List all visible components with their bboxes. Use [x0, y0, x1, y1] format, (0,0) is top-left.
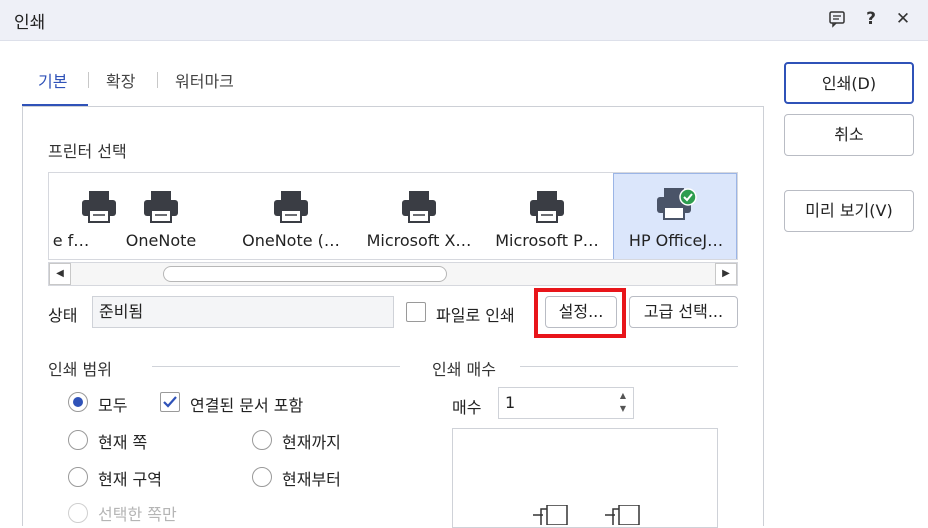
range-to-current-radio[interactable] [252, 430, 272, 450]
range-selected-pages-radio[interactable] [68, 503, 88, 523]
range-from-current-label: 현재부터 [282, 470, 341, 489]
divider [520, 366, 738, 367]
range-all-radio[interactable] [68, 392, 88, 412]
advanced-options-button[interactable]: 고급 선택... [629, 296, 738, 328]
printer-item[interactable]: e f… [49, 173, 116, 259]
printer-item[interactable]: Microsoft X… [357, 173, 481, 259]
copies-preview [452, 428, 718, 528]
print-to-file-checkbox[interactable] [406, 302, 426, 322]
status-field: 준비됨 [92, 296, 394, 328]
printer-icon [274, 191, 308, 223]
check-icon [163, 396, 177, 408]
range-from-current-radio[interactable] [252, 467, 272, 487]
include-linked-checkbox[interactable] [160, 392, 180, 412]
printer-list-scrollbar[interactable]: ◀ ▶ [48, 262, 738, 286]
printer-name: HP OfficeJ… [628, 231, 724, 250]
include-linked-label: 연결된 문서 포함 [190, 396, 304, 415]
print-button[interactable]: 인쇄(D) [784, 62, 914, 104]
range-current-section-label: 현재 구역 [98, 470, 162, 489]
copies-label: 매수 [452, 398, 482, 417]
page-stack-icon [533, 505, 568, 525]
range-current-page-label: 현재 쪽 [98, 433, 148, 452]
page-stack-icon [605, 505, 640, 525]
tab-extended[interactable]: 확장 [106, 68, 135, 92]
range-current-page-radio[interactable] [68, 430, 88, 450]
printer-item-selected[interactable]: HP OfficeJ… [613, 173, 737, 259]
printer-item[interactable]: OneNote (… [229, 173, 353, 259]
divider [152, 366, 400, 367]
range-current-section-radio[interactable] [68, 467, 88, 487]
tab-basic[interactable]: 기본 [38, 68, 67, 92]
range-all-label: 모두 [98, 396, 128, 415]
highlight-box [534, 288, 626, 338]
printer-name: OneNote [125, 231, 197, 250]
preview-button[interactable]: 미리 보기(V) [784, 190, 914, 232]
printer-item[interactable]: OneNote [99, 173, 223, 259]
tab-divider [157, 72, 158, 88]
printer-icon [144, 191, 178, 223]
tab-divider [88, 72, 89, 88]
printer-item[interactable]: Microsoft P… [485, 173, 609, 259]
printer-name: Microsoft X… [366, 231, 472, 250]
scroll-left-icon[interactable]: ◀ [49, 263, 71, 285]
printer-list: e f… OneNote OneNote (… Microsoft X… Mic… [48, 172, 738, 260]
printer-ready-icon [657, 188, 697, 220]
printer-icon [402, 191, 436, 223]
scrollbar-thumb[interactable] [163, 266, 447, 282]
range-to-current-label: 현재까지 [282, 433, 341, 452]
chat-icon[interactable] [826, 8, 848, 30]
cancel-button[interactable]: 취소 [784, 114, 914, 156]
copies-stepper[interactable]: ▲ ▼ [614, 389, 632, 417]
print-to-file-label: 파일로 인쇄 [436, 306, 515, 325]
close-icon[interactable]: ✕ [892, 8, 914, 30]
title-bar [0, 0, 928, 41]
range-selected-pages-label: 선택한 쪽만 [98, 505, 177, 524]
copies-title: 인쇄 매수 [432, 360, 496, 379]
tab-watermark[interactable]: 워터마크 [175, 68, 234, 92]
help-icon[interactable]: ? [860, 8, 882, 30]
print-range-title: 인쇄 범위 [48, 360, 112, 379]
printer-select-label: 프린터 선택 [48, 142, 127, 161]
window-title: 인쇄 [14, 13, 46, 33]
scroll-right-icon[interactable]: ▶ [715, 263, 737, 285]
printer-name: OneNote (… [242, 231, 340, 250]
status-label: 상태 [48, 306, 78, 325]
printer-icon [530, 191, 564, 223]
printer-name: Microsoft P… [495, 231, 599, 250]
